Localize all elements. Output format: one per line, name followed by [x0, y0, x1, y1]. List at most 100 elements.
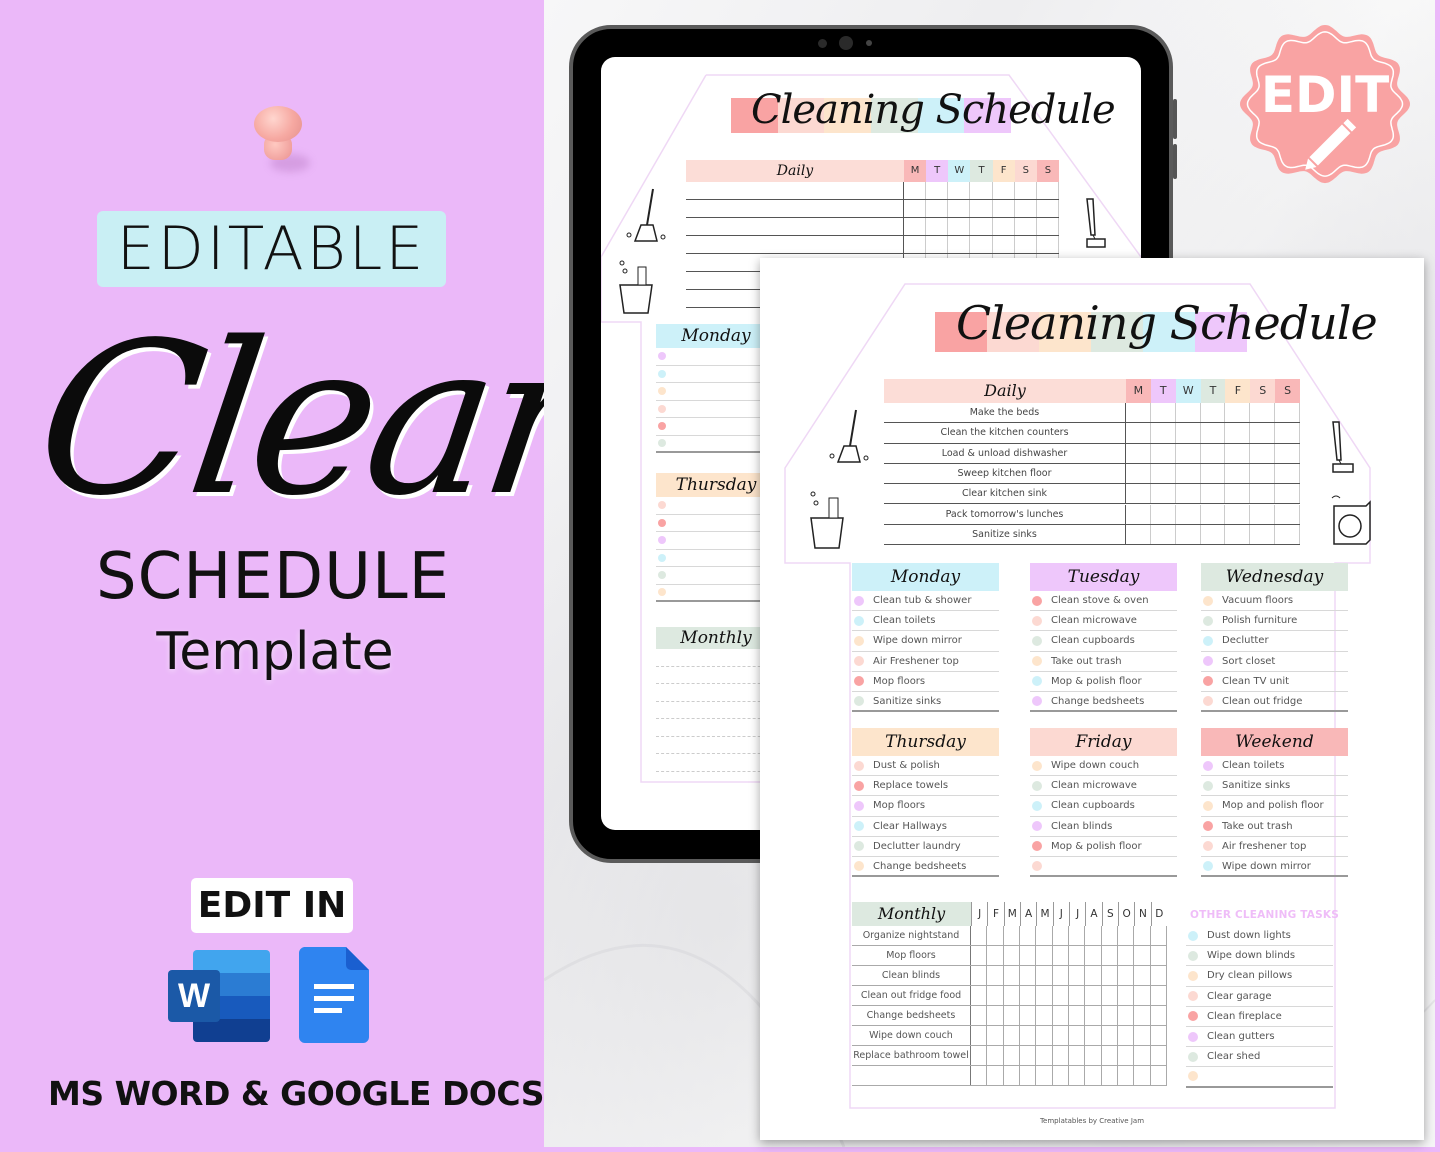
daily-checkbox-cell[interactable] [1225, 443, 1251, 463]
daily-checkbox-cell[interactable] [1201, 463, 1226, 484]
daily-checkbox-cell[interactable] [1201, 443, 1226, 463]
task-item[interactable]: Clean microwave [1030, 776, 1177, 797]
task-item[interactable]: Clean toilets [852, 611, 999, 632]
daily-checkbox-cell[interactable] [1225, 403, 1251, 423]
task-item[interactable]: Declutter laundry [852, 837, 999, 857]
daily-checkbox-cell[interactable] [1201, 423, 1226, 443]
task-item[interactable]: Dust & polish [852, 756, 999, 777]
daily-checkbox-cell[interactable] [1126, 443, 1151, 463]
monthly-checkbox-cell[interactable] [1085, 986, 1102, 1005]
monthly-checkbox-cell[interactable] [971, 1066, 988, 1085]
monthly-task-label[interactable]: Replace bathroom towel [852, 1046, 971, 1065]
task-item[interactable]: Clean tub & shower [852, 591, 999, 612]
daily-checkbox-cell[interactable] [1250, 403, 1276, 423]
daily-checkbox-cell[interactable] [1250, 504, 1276, 524]
monthly-checkbox-cell[interactable] [1004, 1066, 1020, 1085]
monthly-checkbox-cell[interactable] [1118, 946, 1135, 965]
daily-checkbox-cell[interactable] [1151, 443, 1176, 463]
monthly-checkbox-cell[interactable] [1069, 966, 1086, 985]
monthly-checkbox-cell[interactable] [1036, 946, 1053, 965]
monthly-checkbox-cell[interactable] [971, 946, 988, 965]
monthly-checkbox-cell[interactable] [987, 986, 1004, 1005]
task-item[interactable]: Wipe down mirror [1201, 857, 1348, 878]
daily-checkbox-cell[interactable] [1151, 504, 1176, 524]
monthly-checkbox-cell[interactable] [1036, 1026, 1053, 1045]
monthly-checkbox-cell[interactable] [1020, 1026, 1037, 1045]
task-item[interactable]: Take out trash [1030, 652, 1177, 672]
monthly-checkbox-cell[interactable] [1020, 1066, 1037, 1085]
monthly-checkbox-cell[interactable] [1069, 1066, 1086, 1085]
monthly-checkbox-cell[interactable] [1118, 1046, 1135, 1065]
monthly-checkbox-cell[interactable] [1069, 1046, 1086, 1065]
task-item[interactable]: Take out trash [1201, 817, 1348, 837]
monthly-checkbox-cell[interactable] [1134, 1006, 1151, 1025]
daily-checkbox-cell[interactable] [1250, 524, 1276, 545]
monthly-checkbox-cell[interactable] [1069, 1026, 1086, 1045]
monthly-checkbox-cell[interactable] [1102, 1046, 1118, 1065]
monthly-checkbox-cell[interactable] [1151, 926, 1167, 945]
daily-checkbox-cell[interactable] [1126, 504, 1151, 524]
daily-checkbox-cell[interactable] [1275, 403, 1301, 423]
daily-checkbox-cell[interactable] [1176, 524, 1201, 545]
other-task-item[interactable] [1186, 1067, 1333, 1088]
task-item[interactable]: Declutter [1201, 631, 1348, 652]
monthly-checkbox-cell[interactable] [1151, 946, 1167, 965]
monthly-checkbox-cell[interactable] [1118, 966, 1135, 985]
task-item[interactable]: Air freshener top [1201, 837, 1348, 857]
daily-checkbox-cell[interactable] [1250, 423, 1276, 443]
daily-task-label[interactable]: Sanitize sinks [884, 524, 1126, 545]
monthly-task-label[interactable]: Change bedsheets [852, 1006, 971, 1025]
monthly-checkbox-cell[interactable] [1085, 1046, 1102, 1065]
task-item[interactable]: Clean TV unit [1201, 672, 1348, 692]
task-item[interactable]: Clear Hallways [852, 817, 999, 837]
daily-checkbox-cell[interactable] [1275, 463, 1301, 484]
monthly-checkbox-cell[interactable] [1036, 1006, 1053, 1025]
monthly-checkbox-cell[interactable] [1004, 946, 1020, 965]
monthly-checkbox-cell[interactable] [1102, 1066, 1118, 1085]
monthly-checkbox-cell[interactable] [1036, 966, 1053, 985]
monthly-checkbox-cell[interactable] [1053, 1066, 1069, 1085]
monthly-checkbox-cell[interactable] [1053, 1006, 1069, 1025]
daily-checkbox-cell[interactable] [1225, 423, 1251, 443]
monthly-checkbox-cell[interactable] [1134, 1066, 1151, 1085]
daily-checkbox-cell[interactable] [1275, 504, 1301, 524]
daily-task-label[interactable]: Clean the kitchen counters [884, 423, 1126, 443]
daily-task-label[interactable]: Load & unload dishwasher [884, 443, 1126, 463]
monthly-checkbox-cell[interactable] [1020, 946, 1037, 965]
monthly-checkbox-cell[interactable] [1085, 946, 1102, 965]
daily-checkbox-cell[interactable] [1151, 484, 1176, 504]
task-item[interactable]: Clean cupboards [1030, 796, 1177, 817]
task-item[interactable]: Sort closet [1201, 652, 1348, 672]
monthly-checkbox-cell[interactable] [987, 926, 1004, 945]
daily-checkbox-cell[interactable] [1151, 403, 1176, 423]
daily-checkbox-cell[interactable] [1176, 403, 1201, 423]
daily-checkbox-cell[interactable] [1126, 463, 1151, 484]
daily-task-label[interactable]: Clear kitchen sink [884, 484, 1126, 504]
task-item[interactable]: Mop floors [852, 796, 999, 817]
task-item[interactable]: Clean toilets [1201, 756, 1348, 777]
monthly-checkbox-cell[interactable] [1118, 1066, 1135, 1085]
monthly-checkbox-cell[interactable] [1102, 1006, 1118, 1025]
monthly-checkbox-cell[interactable] [1069, 1006, 1086, 1025]
monthly-checkbox-cell[interactable] [1134, 986, 1151, 1005]
monthly-task-label[interactable]: Wipe down couch [852, 1026, 971, 1045]
monthly-checkbox-cell[interactable] [987, 966, 1004, 985]
monthly-checkbox-cell[interactable] [987, 1026, 1004, 1045]
monthly-checkbox-cell[interactable] [1151, 1006, 1167, 1025]
monthly-task-label[interactable]: Clean out fridge food [852, 986, 971, 1005]
other-task-item[interactable]: Dry clean pillows [1186, 966, 1333, 987]
daily-checkbox-cell[interactable] [1275, 524, 1301, 545]
task-item[interactable]: Wipe down couch [1030, 756, 1177, 777]
monthly-checkbox-cell[interactable] [1053, 986, 1069, 1005]
monthly-checkbox-cell[interactable] [1053, 966, 1069, 985]
monthly-checkbox-cell[interactable] [1151, 986, 1167, 1005]
monthly-checkbox-cell[interactable] [1036, 986, 1053, 1005]
daily-checkbox-cell[interactable] [1151, 524, 1176, 545]
task-item[interactable]: Vacuum floors [1201, 591, 1348, 612]
other-task-item[interactable]: Clean fireplace [1186, 1007, 1333, 1027]
task-item[interactable]: Clean out fridge [1201, 692, 1348, 713]
monthly-checkbox-cell[interactable] [1102, 926, 1118, 945]
daily-checkbox-cell[interactable] [1176, 423, 1201, 443]
monthly-task-label[interactable] [852, 1066, 971, 1085]
monthly-checkbox-cell[interactable] [1053, 926, 1069, 945]
